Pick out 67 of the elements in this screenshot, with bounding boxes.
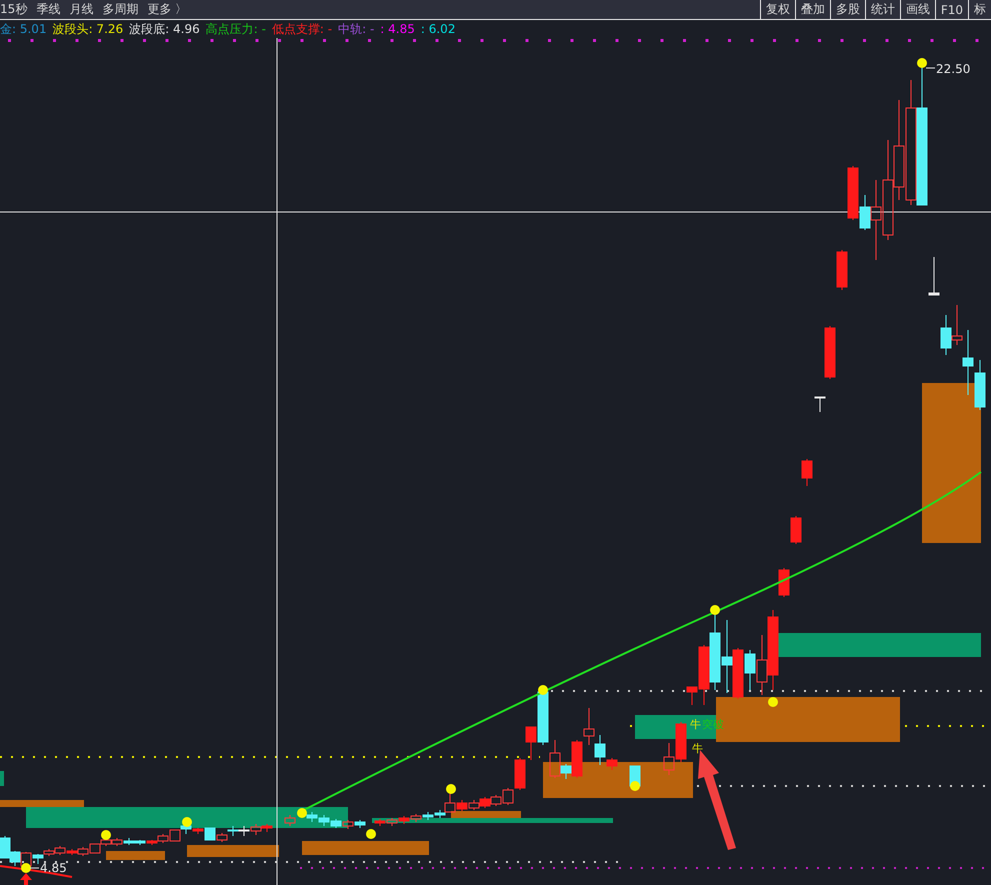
price-label: 4.85	[40, 861, 67, 875]
candlestick	[422, 812, 434, 820]
candlestick	[250, 824, 262, 836]
period-tab[interactable]: 季线	[36, 1, 60, 18]
candlestick	[676, 722, 686, 762]
candlestick	[170, 830, 180, 842]
signal-dot	[101, 830, 111, 840]
candlestick	[468, 800, 480, 810]
indicator-value: : 4.85	[380, 22, 415, 36]
candlestick	[410, 814, 422, 822]
period-tab[interactable]: 多周期	[102, 1, 138, 18]
candlestick	[306, 812, 318, 822]
candlestick	[342, 820, 354, 830]
candlestick	[732, 648, 744, 700]
signal-label: 牛	[690, 718, 701, 731]
indicator-value: : 6.02	[420, 22, 456, 36]
candlestick	[90, 844, 100, 854]
period-tab[interactable]: 15秒	[0, 1, 28, 18]
signal-label: 牛	[692, 742, 703, 755]
candlestick	[584, 708, 594, 746]
signal-dot	[446, 784, 456, 794]
candlestick	[790, 516, 802, 544]
candlestick	[386, 818, 398, 826]
indicator-value: 波段头: 7.26	[52, 20, 124, 38]
candlestick	[480, 796, 490, 808]
candlestick	[238, 826, 250, 836]
candlestick	[330, 818, 342, 828]
candlestick	[318, 814, 330, 826]
candlestick	[814, 396, 826, 412]
indicator-value: 高点压力: -	[206, 20, 266, 38]
signal-dot	[182, 817, 192, 827]
candlestick	[836, 250, 848, 290]
candlestick	[802, 458, 812, 486]
indicator-value: 低点支撑: -	[272, 20, 332, 38]
signal-dot	[630, 781, 640, 791]
signal-dot	[366, 829, 376, 839]
candlestick	[778, 568, 790, 598]
zone-box	[106, 851, 165, 860]
signal-dot	[710, 605, 720, 615]
up-arrow-icon	[20, 873, 32, 885]
indicator-value: 金: 5.01	[0, 20, 47, 38]
signal-dot	[768, 697, 778, 707]
candlestick	[262, 824, 272, 832]
signal-dot	[21, 863, 31, 873]
signal-dot	[917, 58, 927, 68]
indicator-value: 波段底: 4.96	[129, 20, 200, 38]
indicator-value: 中轨: -	[338, 20, 374, 38]
signal-dot	[538, 685, 548, 695]
candlestick	[928, 256, 940, 296]
candlestick	[354, 820, 366, 828]
period-tab[interactable]: 更多 〉	[147, 1, 188, 18]
candlestick	[54, 846, 66, 856]
signal-dot	[297, 808, 307, 818]
candlestick	[824, 326, 836, 380]
candlestick	[112, 838, 122, 846]
period-tab[interactable]: 月线	[69, 1, 94, 18]
candlestick	[664, 742, 674, 776]
candlestick	[78, 846, 88, 856]
price-label: 22.50	[936, 62, 970, 76]
zone-box	[0, 771, 4, 786]
candlestick	[398, 816, 410, 824]
candlestick	[940, 314, 952, 356]
candlestick	[228, 826, 238, 836]
candlestick	[974, 360, 986, 410]
candlestick	[284, 814, 296, 826]
candlestick	[216, 832, 228, 842]
candlestick	[100, 838, 112, 846]
